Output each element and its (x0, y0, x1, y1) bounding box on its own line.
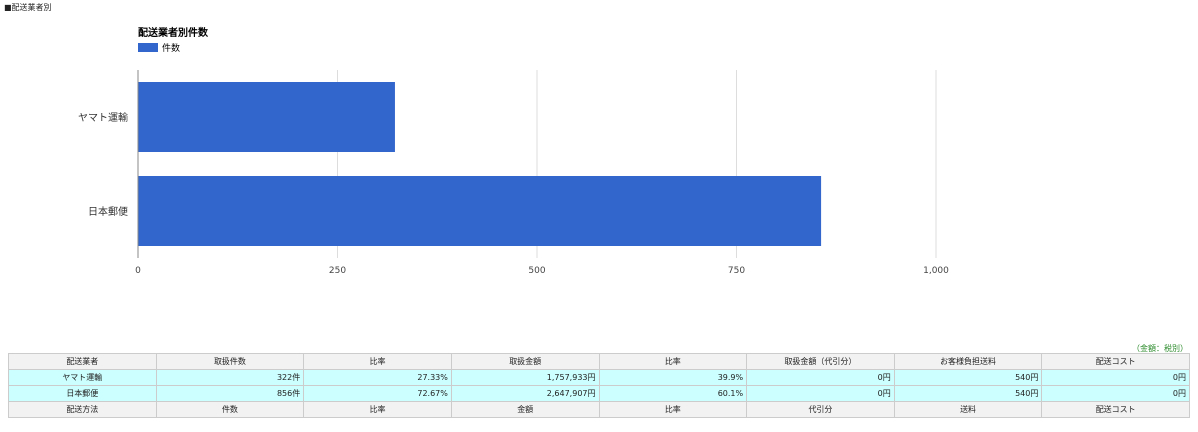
x-tick-label: 250 (329, 266, 346, 276)
table-footer-row: 配送方法 件数 比率 金額 比率 代引分 送料 配送コスト (8, 401, 1190, 418)
carrier-table: 配送業者 取扱件数 比率 取扱金額 比率 取扱金額（代引分） お客様負担送料 配送コスト ヤマト… (8, 353, 1190, 418)
table-cell: 2,647,907円 (450, 385, 600, 402)
table-cell: 比率 (598, 353, 748, 370)
table-cell: 540円 (893, 385, 1043, 402)
table-cell: 配送コスト (1041, 401, 1190, 418)
table-cell: 856件 (155, 385, 305, 402)
table-cell: 取扱件数 (155, 353, 305, 370)
table-cell: 60.1% (598, 385, 748, 402)
table-cell: 比率 (303, 401, 452, 418)
x-tick-label: 0 (135, 266, 141, 276)
table-cell: 540円 (893, 369, 1043, 386)
x-tick-label: 750 (728, 266, 745, 276)
y-category-label: 日本郵便 (88, 205, 128, 218)
table-cell: 比率 (598, 401, 748, 418)
table-cell: 配送コスト (1041, 353, 1190, 370)
table-cell: 配送方法 (8, 401, 157, 418)
table-cell: 日本郵便 (8, 385, 157, 402)
table-cell: 取扱金額 (450, 353, 600, 370)
table-cell: 金額 (450, 401, 600, 418)
table-cell: 0円 (746, 385, 895, 402)
table-cell: お客様負担送料 (893, 353, 1043, 370)
table-cell: 39.9% (598, 369, 748, 386)
table-cell: 0円 (746, 369, 895, 386)
x-tick-label: 500 (528, 266, 545, 276)
table-cell: 件数 (155, 401, 305, 418)
bar-chart: 配送業者別件数件数 0 250 500 750 1,000 ヤマト運輸日本郵便 (78, 26, 949, 276)
x-tick-label: 1,000 (923, 266, 949, 276)
table-cell: 配送業者 (8, 353, 157, 370)
table-cell: 0円 (1041, 385, 1190, 402)
table-cell: 比率 (303, 353, 452, 370)
table-cell: 322件 (155, 369, 305, 386)
bar-0 (138, 82, 395, 152)
table-cell: 1,757,933円 (450, 369, 600, 386)
table-cell: 取扱金額（代引分） (746, 353, 895, 370)
table-cell: 0円 (1041, 369, 1190, 386)
table-cell: 72.67% (303, 385, 452, 402)
table-cell: 送料 (893, 401, 1043, 418)
table-row: 日本郵便 856件 72.67% 2,647,907円 60.1% 0円 540円 0円 (8, 385, 1190, 402)
chart-title: 配送業者別件数 (138, 26, 209, 39)
table-row: ヤマト運輸 322件 27.33% 1,757,933円 39.9% 0円 540円 0円 (8, 369, 1190, 386)
table-cell: 27.33% (303, 369, 452, 386)
y-category-label: ヤマト運輸 (78, 111, 128, 124)
table-cell: 代引分 (746, 401, 895, 418)
table-header-row: 配送業者 取扱件数 比率 取扱金額 比率 取扱金額（代引分） お客様負担送料 配送コスト (8, 353, 1190, 370)
table-cell: ヤマト運輸 (8, 369, 157, 386)
legend-label: 件数 (162, 42, 180, 54)
legend-swatch (138, 43, 158, 52)
bar-1 (138, 176, 822, 246)
